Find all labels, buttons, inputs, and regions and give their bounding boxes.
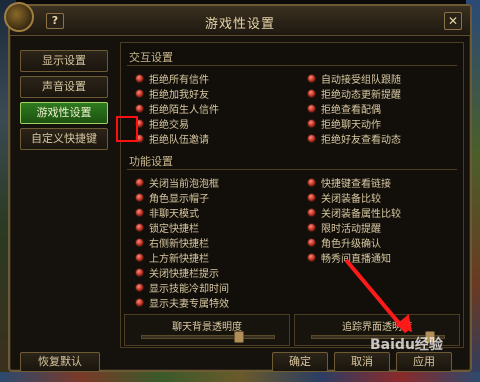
sidebar-item-gameplay[interactable]: 游戏性设置: [20, 102, 108, 124]
interaction-section-title: 交互设置: [129, 51, 173, 64]
cancel-button[interactable]: 取消: [334, 352, 390, 372]
watermark-text: Baidu经验: [370, 337, 443, 353]
radio-icon: [307, 73, 316, 83]
settings-panel: 交互设置 拒绝所有信件 拒绝加我好友 拒绝陌生人信件 拒绝交易 拒绝队伍邀请 自…: [120, 42, 464, 348]
chat-bg-opacity-thumb[interactable]: [234, 331, 244, 343]
section-divider: [127, 169, 457, 170]
radio-icon: [307, 252, 316, 262]
option-couple-effect[interactable]: 显示夫妻专属特效: [135, 295, 229, 310]
option-show-hat[interactable]: 角色显示帽子: [135, 190, 209, 205]
option-event-reminder[interactable]: 限时活动提醒: [307, 220, 381, 235]
radio-icon: [307, 88, 316, 98]
option-reject-view-spouse[interactable]: 拒绝查看配偶: [307, 101, 381, 116]
radio-icon: [135, 73, 144, 83]
option-top-hotbar[interactable]: 上方新快捷栏: [135, 250, 209, 265]
option-close-hotbar-tip[interactable]: 关闭快捷栏提示: [135, 265, 219, 280]
radio-icon: [307, 103, 316, 113]
radio-icon: [135, 222, 144, 232]
option-reject-friend-add[interactable]: 拒绝加我好友: [135, 86, 209, 101]
title-bar: ? 游戏性设置 ✕: [4, 2, 470, 36]
option-show-cooldown[interactable]: 显示技能冷却时间: [135, 280, 229, 295]
option-close-equip-compare[interactable]: 关闭装备比较: [307, 190, 381, 205]
game-background-bottom: [0, 372, 480, 382]
highlight-box: [116, 116, 138, 142]
option-lock-hotbar[interactable]: 锁定快捷栏: [135, 220, 199, 235]
option-reject-trade[interactable]: 拒绝交易: [135, 116, 189, 131]
option-reject-chat-action[interactable]: 拒绝聊天动作: [307, 116, 381, 131]
settings-sidebar: 显示设置 声音设置 游戏性设置 自定义快捷键: [20, 50, 112, 154]
chat-bg-opacity-track[interactable]: [141, 335, 275, 339]
sidebar-item-hotkeys[interactable]: 自定义快捷键: [20, 128, 108, 150]
radio-icon: [307, 177, 316, 187]
function-section-title: 功能设置: [129, 155, 173, 168]
option-right-hotbar[interactable]: 右侧新快捷栏: [135, 235, 209, 250]
option-reject-friend-view-feed[interactable]: 拒绝好友查看动态: [307, 131, 401, 146]
option-auto-accept-follow[interactable]: 自动接受组队跟随: [307, 71, 401, 86]
apply-button[interactable]: 应用: [396, 352, 452, 372]
radio-icon: [307, 207, 316, 217]
radio-icon: [307, 133, 316, 143]
radio-icon: [135, 88, 144, 98]
radio-icon: [135, 192, 144, 202]
chat-bg-opacity-label: 聊天背景透明度: [172, 322, 242, 333]
radio-icon: [135, 237, 144, 247]
ok-button[interactable]: 确定: [272, 352, 328, 372]
option-levelup-confirm[interactable]: 角色升级确认: [307, 235, 381, 250]
option-close-equip-attr-compare[interactable]: 关闭装备属性比较: [307, 205, 401, 220]
window-title: 游戏性设置: [204, 17, 275, 32]
option-reject-team-invite[interactable]: 拒绝队伍邀请: [135, 131, 209, 146]
option-reject-stranger-mail[interactable]: 拒绝陌生人信件: [135, 101, 219, 116]
radio-icon: [135, 297, 144, 307]
radio-icon: [135, 252, 144, 262]
close-button[interactable]: ✕: [444, 12, 462, 30]
radio-icon: [135, 103, 144, 113]
sidebar-item-display[interactable]: 显示设置: [20, 50, 108, 72]
radio-icon: [307, 222, 316, 232]
radio-icon: [135, 207, 144, 217]
game-settings-window: ? 游戏性设置 ✕ 显示设置 声音设置 游戏性设置 自定义快捷键 交互设置 拒绝…: [4, 2, 472, 372]
restore-default-button[interactable]: 恢复默认: [20, 352, 100, 372]
radio-icon: [307, 118, 316, 128]
option-reject-all-mail[interactable]: 拒绝所有信件: [135, 71, 209, 86]
option-close-bubble[interactable]: 关闭当前泡泡框: [135, 175, 219, 190]
radio-icon: [135, 267, 144, 277]
sidebar-item-sound[interactable]: 声音设置: [20, 76, 108, 98]
radio-icon: [135, 282, 144, 292]
option-hotkey-view-link[interactable]: 快捷键查看链接: [307, 175, 391, 190]
chat-bg-opacity-box: 聊天背景透明度: [124, 314, 290, 346]
radio-icon: [135, 177, 144, 187]
section-divider: [127, 65, 457, 66]
option-reject-update-reminder[interactable]: 拒绝动态更新提醒: [307, 86, 401, 101]
option-non-chat-mode[interactable]: 非聊天模式: [135, 205, 199, 220]
radio-icon: [307, 192, 316, 202]
radio-icon: [307, 237, 316, 247]
